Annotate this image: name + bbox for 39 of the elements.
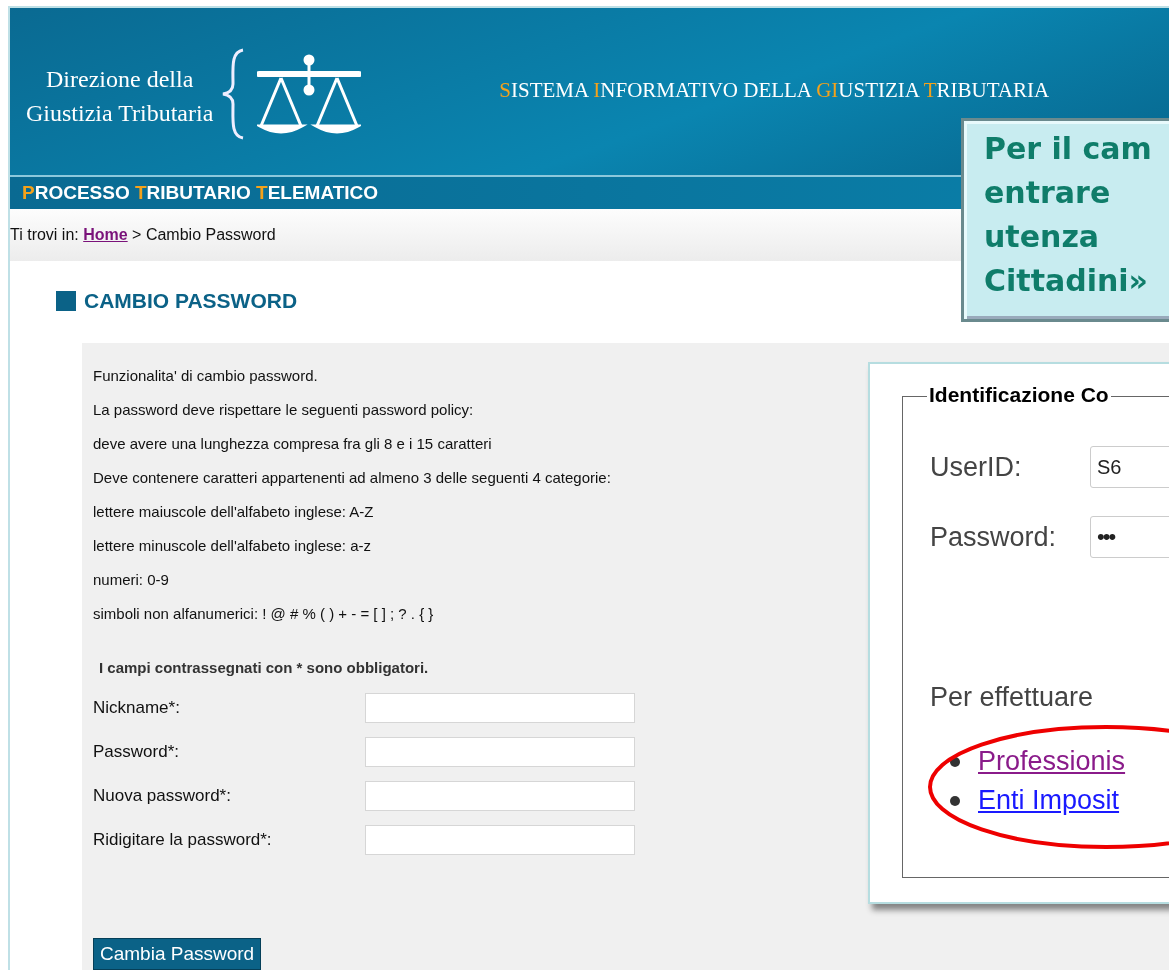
subtitle: PROCESSO TRIBUTARIO TELEMATICO (22, 182, 379, 205)
intro-text: Per effettuare (930, 682, 1094, 713)
policy-text: simboli non alfanumerici: ! @ # % ( ) + - = [ ] ; ? . { } (93, 604, 434, 624)
input-field[interactable] (365, 825, 635, 855)
scales-icon (257, 54, 362, 134)
input-field[interactable]: S6 (1090, 446, 1169, 488)
field-label: Password: (930, 521, 1058, 553)
breadcrumb: Ti trovi in: Home > Cambio Password (10, 225, 276, 244)
policy-text: Funzionalita' di cambio password. (93, 366, 318, 386)
required-note: I campi contrassegnati con * sono obbligatori. (99, 659, 429, 676)
field-label: UserID: (930, 451, 1023, 483)
policy-text: numeri: 0-9 (93, 570, 169, 590)
policy-text: deve avere una lunghezza compresa fra gli 8 e i 15 caratteri (93, 434, 492, 454)
field-label: Nuova password*: (93, 786, 232, 806)
input-field[interactable] (365, 693, 635, 723)
input-field[interactable] (365, 737, 635, 767)
change-password-button[interactable]: Cambia Password (93, 938, 262, 970)
category-link[interactable]: Professionis (978, 746, 1126, 777)
bullet-icon (950, 795, 960, 806)
callout-text: Per il cam (984, 130, 1153, 168)
policy-text: lettere maiuscole dell'alfabeto inglese: A-Z (93, 502, 374, 522)
field-label: Password*: (93, 742, 180, 762)
square-icon (56, 291, 76, 311)
field-label: Nickname*: (93, 698, 181, 718)
field-label: Ridigitare la password*: (93, 830, 273, 850)
callout-text: Cittadini» (984, 262, 1149, 300)
policy-text: lettere minuscole dell'alfabeto inglese: a-z (93, 536, 372, 556)
org-name: Direzione della Giustizia Tributaria (26, 65, 214, 128)
category-link[interactable]: Enti Imposit (978, 785, 1120, 816)
system-title: SISTEMA INFORMATIVO DELLA GIUSTIZIA TRIBUTARIA (499, 78, 1050, 103)
home-link[interactable]: Home (83, 225, 128, 243)
page-title: CAMBIO PASSWORD (84, 289, 298, 313)
bullet-icon (950, 756, 960, 767)
input-field[interactable] (365, 781, 635, 811)
input-field[interactable]: ••• (1090, 516, 1169, 558)
policy-text: La password deve rispettare le seguenti password policy: (93, 400, 474, 420)
callout-text: entrare (984, 174, 1112, 212)
callout-text: utenza (984, 218, 1101, 256)
policy-text: Deve contenere caratteri appartenenti ad almeno 3 delle seguenti 4 categorie: (93, 468, 611, 488)
